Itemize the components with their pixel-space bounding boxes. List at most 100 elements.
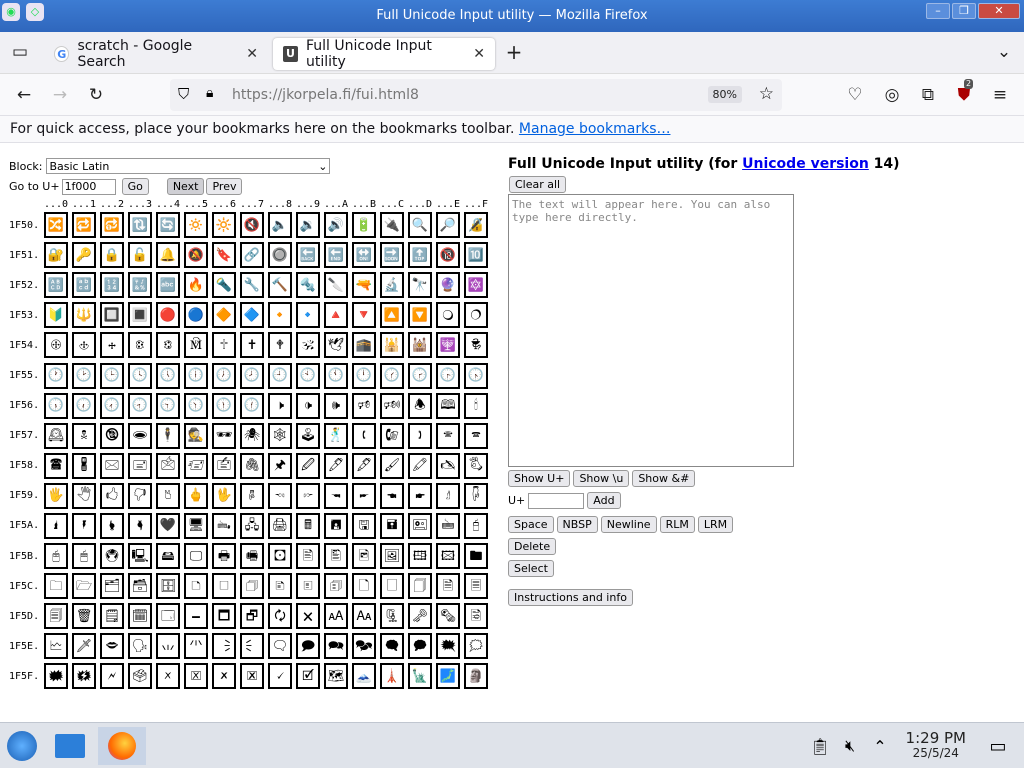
char-button[interactable]: 🖒: [100, 482, 124, 509]
char-button[interactable]: 🕂: [100, 332, 124, 359]
char-button[interactable]: 🗽: [408, 663, 432, 690]
char-button[interactable]: 🔔: [156, 242, 180, 269]
char-button[interactable]: 🖔: [156, 482, 180, 509]
char-button[interactable]: 🖄: [156, 452, 180, 479]
char-button[interactable]: 🗹: [296, 663, 320, 690]
char-button[interactable]: 🖌: [380, 452, 404, 479]
char-button[interactable]: 🗞: [436, 603, 460, 630]
char-button[interactable]: 🗎: [436, 573, 460, 600]
char-button[interactable]: 🖞: [436, 482, 460, 509]
char-button[interactable]: 🕭: [408, 392, 432, 419]
char-button[interactable]: 🖝: [408, 482, 432, 509]
char-button[interactable]: 🖆: [212, 452, 236, 479]
char-button[interactable]: 🔢: [100, 272, 124, 299]
char-button[interactable]: 🕳: [128, 422, 152, 449]
char-button[interactable]: 🔽: [408, 302, 432, 329]
char-button[interactable]: 🗓: [128, 603, 152, 630]
char-button[interactable]: 🔖: [212, 242, 236, 269]
char-button[interactable]: 🗝: [408, 603, 432, 630]
char-button[interactable]: 🗕: [184, 603, 208, 630]
char-button[interactable]: 🗼: [380, 663, 404, 690]
char-button[interactable]: 🖼: [380, 543, 404, 570]
char-button[interactable]: 🗅: [184, 573, 208, 600]
show-amp-button[interactable]: Show &#: [632, 470, 696, 487]
char-button[interactable]: 🔃: [128, 212, 152, 239]
char-button[interactable]: 🗙: [296, 603, 320, 630]
char-button[interactable]: 🔯: [464, 272, 488, 299]
char-button[interactable]: 🔹: [296, 302, 320, 329]
char-button[interactable]: 🕤: [156, 392, 180, 419]
char-button[interactable]: 🔷: [240, 302, 264, 329]
char-button[interactable]: 🗁: [72, 573, 96, 600]
char-button[interactable]: 🔆: [212, 212, 236, 239]
char-button[interactable]: 🕡: [72, 392, 96, 419]
char-button[interactable]: 🕸: [268, 422, 292, 449]
char-button[interactable]: 🖳: [128, 543, 152, 570]
char-button[interactable]: 🔛: [352, 242, 376, 269]
char-button[interactable]: 🗉: [296, 573, 320, 600]
char-button[interactable]: 🔦: [212, 272, 236, 299]
char-button[interactable]: 🖋: [352, 452, 376, 479]
char-button[interactable]: 🔂: [100, 212, 124, 239]
char-button[interactable]: 🖃: [128, 452, 152, 479]
char-button[interactable]: 🔥: [184, 272, 208, 299]
char-button[interactable]: 🔡: [72, 272, 96, 299]
char-button[interactable]: 🕊: [324, 332, 348, 359]
char-button[interactable]: 🔝: [408, 242, 432, 269]
char-button[interactable]: 🗸: [268, 663, 292, 690]
char-button[interactable]: 🖸: [268, 543, 292, 570]
delete-button[interactable]: Delete: [508, 538, 557, 555]
char-button[interactable]: 🗖: [212, 603, 236, 630]
char-button[interactable]: 🖟: [464, 482, 488, 509]
char-button[interactable]: 🕏: [464, 332, 488, 359]
char-button[interactable]: 🖧: [240, 512, 264, 539]
char-button[interactable]: 🗠: [44, 633, 68, 660]
notifications-icon[interactable]: ▭: [978, 727, 1018, 765]
char-button[interactable]: 🕢: [100, 392, 124, 419]
char-button[interactable]: 🔤: [156, 272, 180, 299]
char-button[interactable]: 🖦: [212, 512, 236, 539]
char-button[interactable]: 🗳: [128, 663, 152, 690]
char-button[interactable]: 🗈: [268, 573, 292, 600]
char-button[interactable]: 🖹: [296, 543, 320, 570]
nbsp-button[interactable]: NBSP: [556, 516, 598, 533]
char-button[interactable]: 🕪: [324, 392, 348, 419]
char-button[interactable]: 🗌: [380, 573, 404, 600]
char-button[interactable]: 🔇: [240, 212, 264, 239]
show-backslash-u-button[interactable]: Show \u: [573, 470, 630, 487]
char-button[interactable]: 🖤: [156, 512, 180, 539]
char-button[interactable]: 🕇: [240, 332, 264, 359]
char-button[interactable]: 🔺: [324, 302, 348, 329]
char-button[interactable]: 🔩: [296, 272, 320, 299]
newline-button[interactable]: Newline: [600, 516, 657, 533]
char-button[interactable]: 🖐: [44, 482, 68, 509]
char-button[interactable]: 🔼: [380, 302, 404, 329]
url-text[interactable]: https://jkorpela.fi/fui.html8: [232, 87, 419, 103]
char-button[interactable]: 🗯: [464, 633, 488, 660]
char-button[interactable]: 🗔: [156, 603, 180, 630]
char-button[interactable]: 🖍: [408, 452, 432, 479]
char-button[interactable]: 🕉: [296, 332, 320, 359]
char-button[interactable]: 🖱: [72, 543, 96, 570]
char-button[interactable]: 🔵: [184, 302, 208, 329]
char-button[interactable]: 🔟: [464, 242, 488, 269]
char-button[interactable]: 🖣: [128, 512, 152, 539]
char-button[interactable]: 🕋: [352, 332, 376, 359]
char-button[interactable]: 🖥: [184, 512, 208, 539]
char-button[interactable]: 🕺: [324, 422, 348, 449]
char-button[interactable]: 🔫: [352, 272, 376, 299]
char-button[interactable]: 🕐: [44, 362, 68, 389]
char-button[interactable]: 🕾: [436, 422, 460, 449]
char-button[interactable]: 🕁: [72, 332, 96, 359]
next-button[interactable]: Next: [166, 178, 205, 195]
char-button[interactable]: 🔓: [128, 242, 152, 269]
char-button[interactable]: 🕎: [436, 332, 460, 359]
char-button[interactable]: 🖶: [212, 543, 236, 570]
char-button[interactable]: 🔌: [380, 212, 404, 239]
char-button[interactable]: 🖑: [72, 482, 96, 509]
char-button[interactable]: 🔻: [352, 302, 376, 329]
char-button[interactable]: 🔈: [268, 212, 292, 239]
close-window-button[interactable]: ✕: [978, 3, 1020, 19]
clear-all-button[interactable]: Clear all: [509, 176, 567, 193]
char-button[interactable]: 🗿: [464, 663, 488, 690]
